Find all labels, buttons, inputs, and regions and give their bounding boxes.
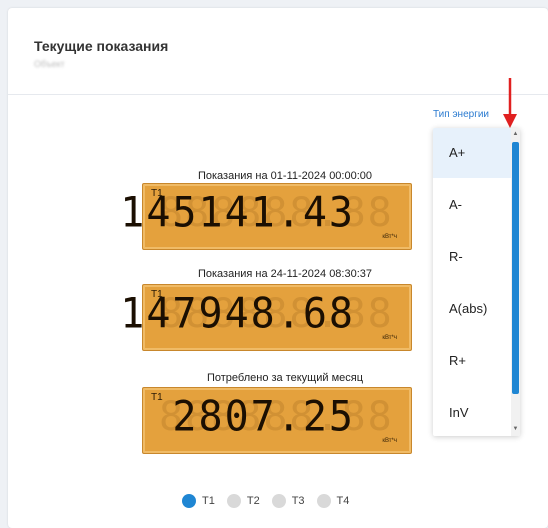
energy-option-a-abs[interactable]: A(abs)	[433, 284, 511, 334]
tariff-tab-t2[interactable]: T2	[226, 494, 260, 508]
radio-dot-icon[interactable]	[226, 494, 241, 508]
lcd-value: 2807.25	[172, 392, 355, 442]
energy-option-r-minus[interactable]: R-	[433, 232, 511, 282]
reading-label-3: Потреблено за текущий месяц	[206, 372, 364, 384]
lcd-display-3: T1 888888.88 2807.25 кВт*ч	[142, 387, 412, 454]
tariff-tab-label: T4	[336, 495, 350, 507]
tariff-tab-t4[interactable]: T4	[316, 494, 350, 508]
arrow-down-icon	[503, 78, 517, 128]
tariff-selector: T1 T2 T3 T4	[182, 494, 349, 508]
radio-dot-icon[interactable]	[271, 494, 286, 508]
tariff-tab-label: T3	[291, 495, 305, 507]
dropdown-scrollbar[interactable]: ▲ ▼	[511, 128, 520, 436]
tariff-tab-t3[interactable]: T3	[271, 494, 305, 508]
tariff-tab-label: T2	[246, 495, 260, 507]
tariff-tab-t1[interactable]: T1	[182, 494, 215, 508]
lcd-value: 147948.68	[120, 289, 355, 339]
tariff-tab-label: T1	[202, 495, 215, 507]
lcd-display-1: T1 888888.88 145141.43 кВт*ч	[120, 183, 412, 250]
scroll-up-icon[interactable]: ▲	[512, 130, 519, 139]
energy-option-inv[interactable]: InV	[433, 388, 511, 436]
card-subtitle: Объект	[34, 59, 65, 69]
radio-dot-icon[interactable]	[316, 494, 331, 508]
lcd-unit: кВт*ч	[382, 335, 397, 341]
reading-label-1: Показания на 01-11-2024 00:00:00	[197, 170, 373, 182]
lcd-unit: кВт*ч	[382, 438, 397, 444]
reading-label-2: Показания на 24-11-2024 08:30:37	[197, 268, 373, 280]
card-header: Текущие показания Объект	[8, 8, 548, 95]
scrollbar-thumb[interactable]	[512, 142, 519, 394]
lcd-unit: кВт*ч	[382, 234, 397, 240]
scroll-down-icon[interactable]: ▼	[512, 425, 519, 434]
lcd-display-2: T1 888888.88 147948.68 кВт*ч	[120, 284, 412, 351]
lcd-value: 145141.43	[120, 188, 355, 238]
card-title: Текущие показания	[34, 38, 169, 54]
energy-option-a-plus[interactable]: A+	[433, 128, 511, 178]
energy-type-label[interactable]: Тип энергии	[433, 109, 489, 120]
energy-option-a-minus[interactable]: A-	[433, 180, 511, 230]
energy-type-dropdown[interactable]: A+ A- R- A(abs) R+ InV ▲ ▼	[433, 128, 520, 436]
radio-dot-icon[interactable]	[182, 494, 196, 508]
energy-option-r-plus[interactable]: R+	[433, 336, 511, 386]
